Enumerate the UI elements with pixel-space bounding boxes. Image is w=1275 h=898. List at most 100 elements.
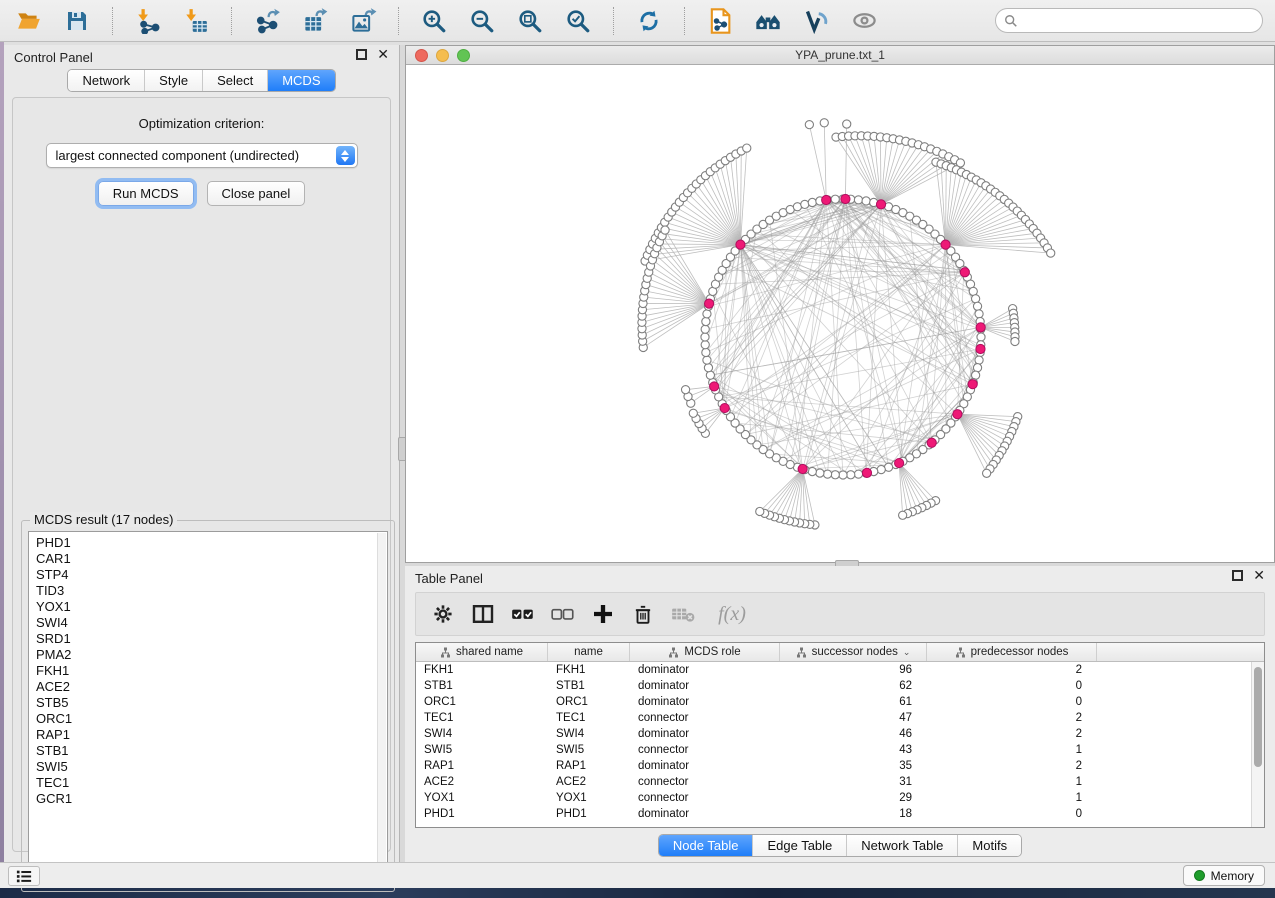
table-cell[interactable]: YOX1 [416,790,548,806]
network-from-file-button[interactable] [703,5,737,37]
graph-hub-node[interactable] [941,240,950,249]
graph-node[interactable] [975,356,983,364]
graph-node[interactable] [706,371,714,379]
save-session-button[interactable] [60,5,94,37]
graph-node[interactable] [1011,337,1019,345]
table-cell[interactable]: TEC1 [416,710,548,726]
network-canvas[interactable] [406,65,1274,562]
graph-hub-node[interactable] [822,195,831,204]
zoom-selected-button[interactable] [561,5,595,37]
graph-node[interactable] [808,467,816,475]
graph-hub-node[interactable] [976,344,985,353]
table-cell[interactable]: dominator [630,806,780,822]
table-row[interactable]: SWI5SWI5connector431 [416,742,1264,758]
float-panel-icon[interactable] [356,49,367,60]
graph-node[interactable] [854,470,862,478]
graph-node[interactable] [831,195,839,203]
column-header-MCDS-role[interactable]: MCDS role [630,643,780,661]
table-cell[interactable]: dominator [630,694,780,710]
table-cell[interactable]: RAP1 [416,758,548,774]
run-mcds-button[interactable]: Run MCDS [98,181,194,206]
table-scrollbar-thumb[interactable] [1254,667,1262,767]
open-file-button[interactable] [12,5,46,37]
mcds-result-item[interactable]: SRD1 [36,631,387,647]
graph-hub-node[interactable] [720,403,729,412]
table-cell[interactable]: dominator [630,758,780,774]
graph-node[interactable] [703,356,711,364]
graph-node[interactable] [801,200,809,208]
graph-node[interactable] [704,364,712,372]
table-cell[interactable]: 61 [780,694,927,710]
graph-hub-node[interactable] [953,410,962,419]
table-cell[interactable]: SWI5 [548,742,630,758]
export-image-button[interactable] [346,5,380,37]
zoom-in-button[interactable] [417,5,451,37]
delete-table-button[interactable] [668,598,698,630]
graph-hub-node[interactable] [968,380,977,389]
graph-node[interactable] [743,144,751,152]
memory-button[interactable]: Memory [1183,865,1265,886]
graph-node[interactable] [703,310,711,318]
column-header-successor-nodes[interactable]: successor nodes⌄ [780,643,927,661]
graph-node[interactable] [820,119,828,127]
graph-node[interactable] [805,121,813,129]
table-cell[interactable]: 31 [780,774,927,790]
table-settings-button[interactable] [428,598,458,630]
graph-hub-node[interactable] [876,200,885,209]
graph-node[interactable] [854,196,862,204]
table-cell[interactable]: 62 [780,678,927,694]
graph-node[interactable] [756,507,764,515]
export-network-button[interactable] [250,5,284,37]
column-header-predecessor-nodes[interactable]: predecessor nodes [927,643,1097,661]
table-cell[interactable]: connector [630,790,780,806]
mcds-result-item[interactable]: STB1 [36,743,387,759]
table-cell[interactable]: connector [630,742,780,758]
mcds-result-item[interactable]: PMA2 [36,647,387,663]
table-cell[interactable]: ORC1 [548,694,630,710]
graph-node[interactable] [701,333,709,341]
apply-layout-button[interactable] [632,5,666,37]
graph-node[interactable] [808,198,816,206]
mcds-result-item[interactable]: RAP1 [36,727,387,743]
graph-hub-node[interactable] [960,268,969,277]
tab-network-table[interactable]: Network Table [846,835,957,856]
delete-column-button[interactable] [628,598,658,630]
graph-node[interactable] [839,471,847,479]
mcds-result-item[interactable]: SWI4 [36,615,387,631]
table-row[interactable]: SWI4SWI4dominator462 [416,726,1264,742]
table-row[interactable]: TEC1TEC1connector472 [416,710,1264,726]
table-cell[interactable]: 18 [780,806,927,822]
table-cell[interactable]: 2 [927,726,1097,742]
graph-node[interactable] [877,466,885,474]
mcds-result-item[interactable]: STB5 [36,695,387,711]
table-cell[interactable]: FKH1 [416,662,548,678]
table-cell[interactable]: 29 [780,790,927,806]
mcds-result-item[interactable]: SWI5 [36,759,387,775]
table-cell[interactable]: SWI4 [548,726,630,742]
mcds-result-item[interactable]: TEC1 [36,775,387,791]
table-cell[interactable]: PHD1 [548,806,630,822]
table-cell[interactable]: 1 [927,774,1097,790]
tab-style[interactable]: Style [144,70,202,91]
graph-node[interactable] [975,310,983,318]
table-cell[interactable]: dominator [630,662,780,678]
graph-node[interactable] [689,409,697,417]
select-all-columns-button[interactable] [508,598,538,630]
graph-node[interactable] [701,341,709,349]
graph-node[interactable] [702,317,710,325]
global-search[interactable] [995,8,1263,33]
graph-node[interactable] [973,364,981,372]
mcds-result-item[interactable]: GCR1 [36,791,387,807]
hide-panel-button[interactable] [847,5,881,37]
table-cell[interactable]: ORC1 [416,694,548,710]
tab-node-table[interactable]: Node Table [659,835,753,856]
show-column-panel-button[interactable] [468,598,498,630]
table-cell[interactable]: FKH1 [548,662,630,678]
graph-node[interactable] [977,333,985,341]
graph-node[interactable] [701,325,709,333]
table-cell[interactable]: ACE2 [548,774,630,790]
table-cell[interactable]: TEC1 [548,710,630,726]
tab-network[interactable]: Network [68,70,144,91]
create-column-button[interactable] [588,598,618,630]
table-cell[interactable]: 0 [927,806,1097,822]
